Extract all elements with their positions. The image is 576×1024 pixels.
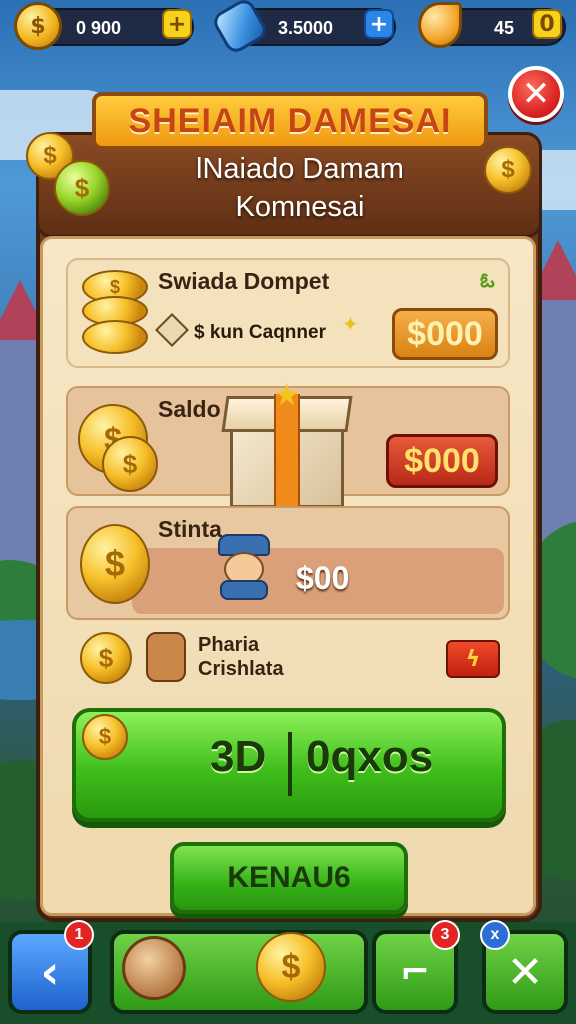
- subtitle-line-2: Komnesai: [235, 191, 365, 223]
- saldo-price-button[interactable]: $000: [386, 434, 498, 488]
- coins-value: 0 900: [76, 18, 122, 38]
- gems-value: 3.5000: [278, 18, 334, 38]
- saldo-title: Saldo: [158, 396, 221, 422]
- stinta-coin-icon: $: [80, 524, 150, 604]
- gift-box-icon: ★: [221, 381, 353, 510]
- buy-button-left-text: 3D: [210, 732, 267, 781]
- wallet-title: Swiada Dompet: [158, 268, 330, 294]
- chevron-left-icon: ‹: [40, 945, 60, 999]
- sparkle-icon: ✦: [342, 312, 359, 336]
- character-face-icon: [146, 632, 186, 682]
- shop-coin-button[interactable]: $: [256, 932, 326, 1002]
- close-button[interactable]: ✕: [508, 66, 564, 122]
- leaf-icon: [418, 2, 462, 48]
- page-title: SHEIAIM DAMESAI: [128, 101, 452, 140]
- add-gems-button[interactable]: +: [364, 9, 394, 39]
- close-icon: ✕: [506, 946, 544, 998]
- pharia-coin-icon: $: [80, 632, 132, 684]
- back-badge: 1: [64, 920, 94, 950]
- stinta-price: $00: [296, 560, 350, 596]
- pharia-line-1: Pharia: [198, 634, 260, 656]
- buy-coin-icon: $: [82, 714, 128, 760]
- energy-info-button[interactable]: 0: [532, 9, 562, 39]
- character-avatar-icon: [214, 534, 274, 602]
- energy-value: 45: [494, 18, 515, 38]
- add-coins-button[interactable]: +: [162, 9, 192, 39]
- secondary-button[interactable]: KENAU6: [170, 842, 408, 914]
- title-banner: SHEIAIM DAMESAI: [92, 92, 488, 150]
- flag-icon[interactable]: ϟ: [446, 640, 500, 678]
- subtitle-line-1: lNaiado Damam: [196, 153, 404, 185]
- panel-subtitle: lNaiado Damam Komnesai: [150, 150, 450, 226]
- gift-small-icon: ఓ: [480, 268, 495, 292]
- dig-badge: 3: [430, 920, 460, 950]
- stinta-title: Stinta: [158, 516, 222, 542]
- wallet-price-button[interactable]: $000: [392, 308, 498, 360]
- wallet-badge-icon: $: [54, 160, 110, 216]
- coin-stack-icon-3: [82, 320, 148, 354]
- pharia-line-2: Crishlata: [198, 658, 284, 680]
- saldo-coin-icon-2: $: [102, 436, 158, 492]
- buy-button-right-text: 0qxos: [306, 732, 434, 781]
- shovel-icon: ⌐: [399, 951, 431, 993]
- coin-icon: $: [14, 2, 62, 50]
- profile-avatar-button[interactable]: [122, 936, 186, 1000]
- exit-badge: x: [480, 920, 510, 950]
- buy-button-divider: [288, 732, 292, 796]
- wallet-sub-label: $ kun Caqnner: [194, 322, 326, 343]
- header-coin-icon-right: $: [484, 146, 532, 194]
